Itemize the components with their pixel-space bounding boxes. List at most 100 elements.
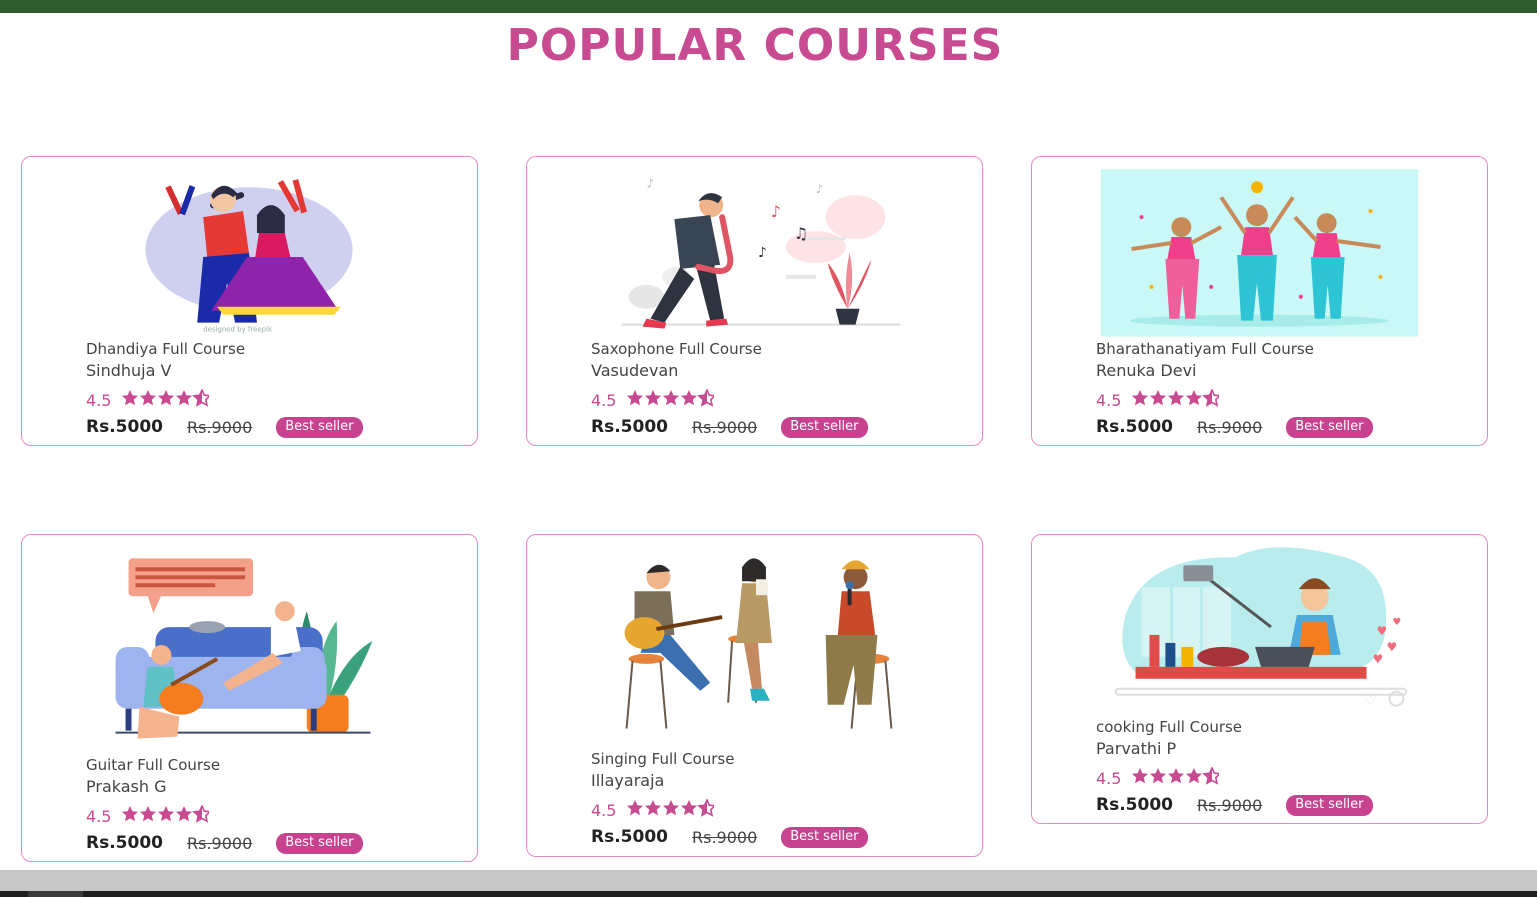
- star-icon: [158, 389, 175, 405]
- rating-stars: [626, 388, 715, 407]
- original-price: Rs.9000: [186, 833, 253, 853]
- bestseller-badge: Best seller: [276, 416, 363, 438]
- half-star-icon: [192, 804, 210, 823]
- star-icon: [681, 389, 698, 405]
- bestseller-badge: Best seller: [781, 826, 868, 848]
- rating-stars: [121, 388, 210, 407]
- taskbar: [0, 891, 1537, 897]
- rating-value: 4.5: [591, 391, 617, 410]
- dandiya-dancers-illustration: designed by freepik: [145, 179, 353, 334]
- svg-text:♥: ♥: [1376, 624, 1387, 638]
- svg-text:♥: ♥: [1392, 617, 1401, 628]
- star-icon: [663, 799, 680, 815]
- course-card[interactable]: designed by freepik Dhandiya Full Course…: [21, 156, 478, 446]
- bestseller-badge: Best seller: [781, 416, 868, 438]
- svg-text:♡: ♡: [1365, 693, 1377, 709]
- rating-stars: [1131, 766, 1220, 785]
- svg-text:♫: ♫: [794, 224, 808, 243]
- instructor-name: Vasudevan: [591, 361, 679, 380]
- rating-value: 4.5: [86, 391, 112, 410]
- original-price: Rs.9000: [691, 417, 758, 437]
- rating: 4.5: [591, 794, 868, 821]
- instructor-name: Parvathi P: [1096, 739, 1177, 758]
- rating-value: 4.5: [86, 807, 112, 826]
- current-price: Rs.5000: [591, 827, 668, 847]
- star-icon: [681, 799, 698, 815]
- star-icon: [1186, 767, 1203, 783]
- star-icon: [122, 389, 139, 405]
- course-card[interactable]: Singing Full Course Illayaraja 4.5 Rs.50…: [526, 534, 983, 857]
- rating: 4.5: [86, 800, 363, 827]
- price-row: Rs.5000 Rs.9000 Best seller: [86, 414, 363, 440]
- star-icon: [176, 805, 193, 821]
- course-card[interactable]: ♪ ♫ ♪ ♪ ♪ Saxophone Full Course Vasudeva…: [526, 156, 983, 446]
- rating-stars: [1131, 388, 1220, 407]
- rating-value: 4.5: [1096, 391, 1122, 410]
- star-icon: [645, 389, 662, 405]
- saxophone-player-illustration: ♪ ♫ ♪ ♪ ♪: [621, 176, 901, 329]
- original-price: Rs.9000: [186, 417, 253, 437]
- course-title[interactable]: Bharathanatiyam Full Course: [1096, 338, 1373, 360]
- current-price: Rs.5000: [86, 417, 163, 437]
- current-price: Rs.5000: [591, 417, 668, 437]
- page-title: POPULAR COURSES: [506, 20, 1004, 71]
- star-icon: [1132, 389, 1149, 405]
- top-nav-bar: [0, 0, 1537, 13]
- price-row: Rs.5000 Rs.9000 Best seller: [86, 830, 363, 856]
- price-row: Rs.5000 Rs.9000 Best seller: [591, 824, 868, 850]
- svg-text:♪: ♪: [771, 202, 781, 221]
- course-card[interactable]: Bharathanatiyam Full Course Renuka Devi …: [1031, 156, 1488, 446]
- star-icon: [140, 389, 157, 405]
- instructor-name: Prakash G: [86, 777, 167, 796]
- horizontal-scrollbar[interactable]: [0, 870, 1537, 891]
- half-star-icon: [192, 388, 210, 407]
- star-icon: [140, 805, 157, 821]
- rating-stars: [626, 798, 715, 817]
- star-icon: [1168, 767, 1185, 783]
- star-icon: [663, 389, 680, 405]
- course-title[interactable]: Guitar Full Course: [86, 754, 363, 776]
- star-icon: [627, 389, 644, 405]
- star-icon: [1150, 767, 1167, 783]
- taskbar-item[interactable]: [28, 891, 83, 897]
- course-title[interactable]: Saxophone Full Course: [591, 338, 868, 360]
- cooking-vlogger-illustration: ♥ ♥ ♥ ♥ ♡: [1114, 547, 1408, 709]
- rating-value: 4.5: [1096, 769, 1122, 788]
- rating: 4.5: [86, 384, 363, 411]
- course-card[interactable]: Guitar Full Course Prakash G 4.5 Rs.5000: [21, 534, 478, 862]
- price-row: Rs.5000 Rs.9000 Best seller: [1096, 792, 1373, 818]
- svg-text:♥: ♥: [1373, 652, 1384, 666]
- star-icon: [176, 389, 193, 405]
- star-icon: [1150, 389, 1167, 405]
- price-row: Rs.5000 Rs.9000 Best seller: [591, 414, 868, 440]
- course-title[interactable]: Dhandiya Full Course: [86, 338, 363, 360]
- current-price: Rs.5000: [1096, 795, 1173, 815]
- bestseller-badge: Best seller: [1286, 416, 1373, 438]
- instructor-name: Illayaraja: [591, 771, 665, 790]
- half-star-icon: [1202, 388, 1220, 407]
- star-icon: [1168, 389, 1185, 405]
- current-price: Rs.5000: [86, 833, 163, 853]
- svg-text:♪: ♪: [816, 182, 824, 196]
- star-icon: [158, 805, 175, 821]
- bharatanatyam-dancers-illustration: [1100, 169, 1419, 337]
- instructor-name: Renuka Devi: [1096, 361, 1197, 380]
- course-card[interactable]: ♥ ♥ ♥ ♥ ♡ cooking Full Course Parvathi P…: [1031, 534, 1488, 824]
- guitar-on-sofa-illustration: [115, 558, 373, 739]
- original-price: Rs.9000: [1196, 795, 1263, 815]
- course-title[interactable]: Singing Full Course: [591, 748, 868, 770]
- svg-text:♪: ♪: [646, 176, 654, 190]
- original-price: Rs.9000: [1196, 417, 1263, 437]
- bestseller-badge: Best seller: [1286, 794, 1373, 816]
- singers-on-stools-illustration: [624, 558, 893, 729]
- svg-text:♪: ♪: [758, 245, 767, 261]
- rating-value: 4.5: [591, 801, 617, 820]
- star-icon: [1132, 767, 1149, 783]
- course-title[interactable]: cooking Full Course: [1096, 716, 1373, 738]
- rating: 4.5: [1096, 762, 1373, 789]
- star-icon: [1186, 389, 1203, 405]
- price-row: Rs.5000 Rs.9000 Best seller: [1096, 414, 1373, 440]
- half-star-icon: [1202, 766, 1220, 785]
- star-icon: [122, 805, 139, 821]
- rating-stars: [121, 804, 210, 823]
